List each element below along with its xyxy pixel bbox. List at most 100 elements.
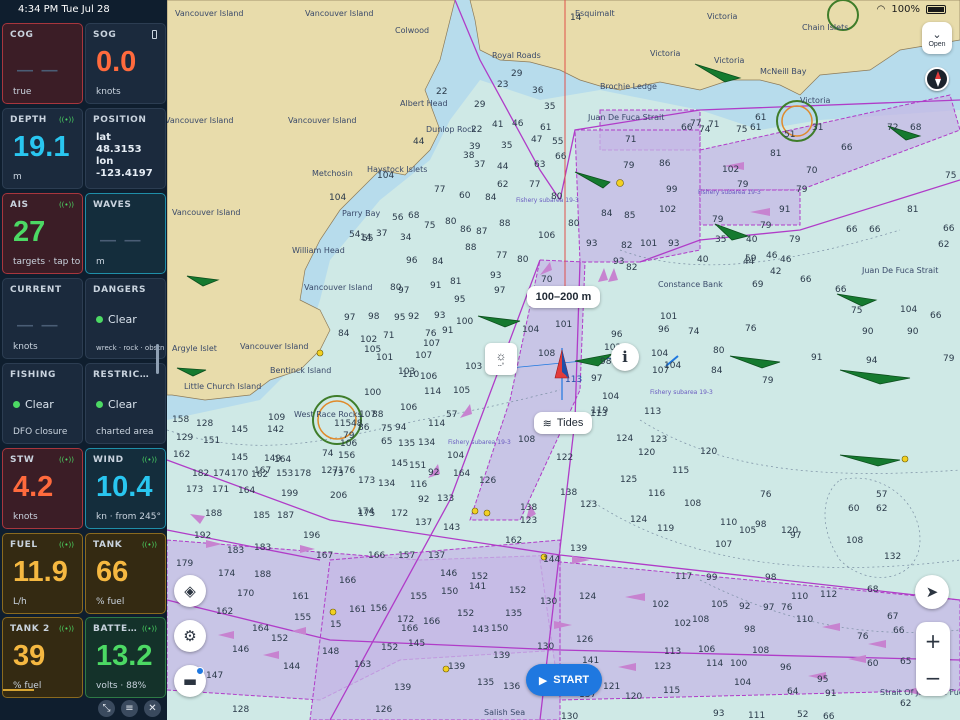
open-panel-button[interactable]: ⌄ Open bbox=[922, 22, 952, 54]
tile-ais[interactable]: AIS ((•)) 27 targets · tap to list bbox=[2, 193, 83, 274]
tile-unit: L/h bbox=[13, 597, 27, 607]
status-text: Clear bbox=[25, 398, 54, 411]
depth-sounding: 76 bbox=[425, 329, 437, 339]
depth-sounding: 166 bbox=[368, 551, 386, 561]
place-label: Vancouver Island bbox=[304, 283, 373, 292]
tile-value: 13.2 bbox=[96, 640, 153, 672]
tile-tank[interactable]: TANK ((•)) 66 % fuel bbox=[85, 533, 166, 614]
depth-sounding: 92 bbox=[408, 312, 420, 322]
depth-sounding: 57 bbox=[446, 410, 458, 420]
depth-sounding: 29 bbox=[474, 100, 486, 110]
depth-sounding: 114 bbox=[428, 419, 446, 429]
depth-sounding: 138 bbox=[520, 503, 538, 513]
depth-sounding: 60 bbox=[848, 504, 860, 514]
tile-fuel[interactable]: FUEL ((•)) 11.9 L/h bbox=[2, 533, 83, 614]
depth-sounding: 102 bbox=[674, 619, 692, 629]
tile-battery[interactable]: BATTE… ((•)) 13.2 volts · 88% bbox=[85, 617, 166, 698]
place-label: William Head bbox=[292, 246, 345, 255]
depth-sounding: 150 bbox=[491, 624, 509, 634]
close-button[interactable]: ✕ bbox=[144, 700, 161, 717]
depth-sounding: 104 bbox=[651, 349, 669, 359]
settings-button[interactable]: ⚙ bbox=[174, 620, 206, 652]
depth-sounding: 164 bbox=[453, 469, 471, 479]
tile-tank-2[interactable]: TANK 2 ((•)) 39 % fuel bbox=[2, 617, 83, 698]
depth-sounding: 77 bbox=[529, 180, 541, 190]
depth-sounding: 67 bbox=[887, 612, 899, 622]
depth-sounding: 54 bbox=[349, 230, 361, 240]
tile-restricted[interactable]: RESTRIC… Clear charted area bbox=[85, 363, 166, 444]
depth-sounding: 171 bbox=[212, 485, 230, 495]
tile-wind[interactable]: WIND ((•)) 10.4 kn · from 245° bbox=[85, 448, 166, 529]
start-button[interactable]: ▶ START bbox=[526, 664, 602, 696]
tile-waves[interactable]: WAVES — — m bbox=[85, 193, 166, 274]
tile-stw[interactable]: STW ((•)) 4.2 knots bbox=[2, 448, 83, 529]
depth-sounding: 156 bbox=[370, 604, 388, 614]
list-button[interactable]: ≡ bbox=[121, 700, 138, 717]
depth-sounding: 170 bbox=[237, 589, 255, 599]
sidebar-scrollbar[interactable] bbox=[156, 344, 159, 374]
depth-sounding: 107 bbox=[415, 351, 433, 361]
tile-unit: targets · tap to list bbox=[13, 257, 82, 267]
depth-sounding: 31 bbox=[812, 123, 824, 133]
depth-sounding: 87 bbox=[476, 227, 488, 237]
tile-dangers[interactable]: DANGERS Clear wreck · rock · obstn bbox=[85, 278, 166, 359]
daylight-button[interactable]: ☼ --° bbox=[485, 343, 517, 375]
depth-sounding: 104 bbox=[900, 305, 918, 315]
depth-sounding: 40 bbox=[746, 235, 758, 245]
resize-button[interactable]: ⤡ bbox=[98, 700, 115, 717]
locate-button[interactable]: ➤ bbox=[915, 575, 949, 609]
start-label: START bbox=[553, 674, 590, 686]
depth-sounding: 133 bbox=[437, 494, 455, 504]
status-row: Clear bbox=[96, 313, 137, 326]
tile-unit: % fuel bbox=[96, 597, 125, 607]
depth-sounding: 14 bbox=[570, 13, 582, 23]
depth-sounding: 123 bbox=[650, 435, 668, 445]
depth-sounding: 14 bbox=[360, 233, 372, 243]
depth-sounding: 90 bbox=[907, 327, 919, 337]
depth-sounding: 93 bbox=[668, 239, 680, 249]
zoom-out-button[interactable]: − bbox=[916, 659, 950, 696]
info-button[interactable]: i bbox=[611, 343, 639, 371]
depth-sounding: 112 bbox=[820, 590, 838, 600]
tile-current[interactable]: CURRENT — — knots bbox=[2, 278, 83, 359]
place-label: Salish Sea bbox=[484, 708, 526, 717]
depth-sounding: 145 bbox=[231, 425, 249, 435]
tile-fishing[interactable]: FISHING Clear DFO closure bbox=[2, 363, 83, 444]
depth-sounding: 163 bbox=[354, 660, 372, 670]
place-label: Juan De Fuca Strait bbox=[862, 266, 939, 275]
depth-sounding: 102 bbox=[722, 165, 740, 175]
depth-sounding: 113 bbox=[644, 407, 662, 417]
depth-sounding: 152 bbox=[381, 643, 399, 653]
tile-sog[interactable]: SOG 0.0 knots bbox=[85, 23, 166, 104]
depth-sounding: 161 bbox=[349, 605, 367, 615]
zoom-in-button[interactable]: + bbox=[916, 622, 950, 659]
layers-button[interactable]: ◈ bbox=[174, 575, 206, 607]
tile-title: RESTRIC… bbox=[93, 370, 150, 380]
tile-value: — — bbox=[100, 232, 143, 249]
tides-button[interactable]: ≋ Tides bbox=[534, 412, 592, 434]
depth-sounding: 139 bbox=[570, 544, 588, 554]
depth-sounding: 108 bbox=[846, 536, 864, 546]
depth-sounding: 109 bbox=[268, 413, 286, 423]
depth-sounding: 126 bbox=[479, 476, 497, 486]
depth-sounding: 79 bbox=[762, 376, 774, 386]
files-button[interactable]: ▬ bbox=[174, 665, 206, 697]
tile-value: 10.4 bbox=[96, 471, 153, 503]
signal-icon: ((•)) bbox=[141, 456, 157, 464]
depth-sounding: 100 bbox=[456, 317, 474, 327]
tile-cog[interactable]: COG — — true bbox=[2, 23, 83, 104]
tile-title: DANGERS bbox=[93, 285, 147, 295]
place-label: Vancouver Island bbox=[305, 9, 374, 18]
depth-sounding: 66 bbox=[681, 123, 693, 133]
depth-sounding: 34 bbox=[400, 233, 412, 243]
depth-sounding: 176 bbox=[338, 466, 356, 476]
signal-icon: ((•)) bbox=[141, 625, 157, 633]
tile-depth[interactable]: DEPTH ((•)) 19.1 m bbox=[2, 108, 83, 189]
compass-icon[interactable] bbox=[925, 67, 949, 91]
tile-position[interactable]: POSITION lat 48.3153 lon -123.4197 bbox=[85, 108, 166, 189]
status-row: Clear bbox=[13, 398, 54, 411]
depth-sounding: 61 bbox=[750, 123, 762, 133]
depth-sounding: 124 bbox=[579, 592, 597, 602]
depth-sounding: 84 bbox=[601, 209, 613, 219]
depth-sounding: 62 bbox=[876, 504, 888, 514]
